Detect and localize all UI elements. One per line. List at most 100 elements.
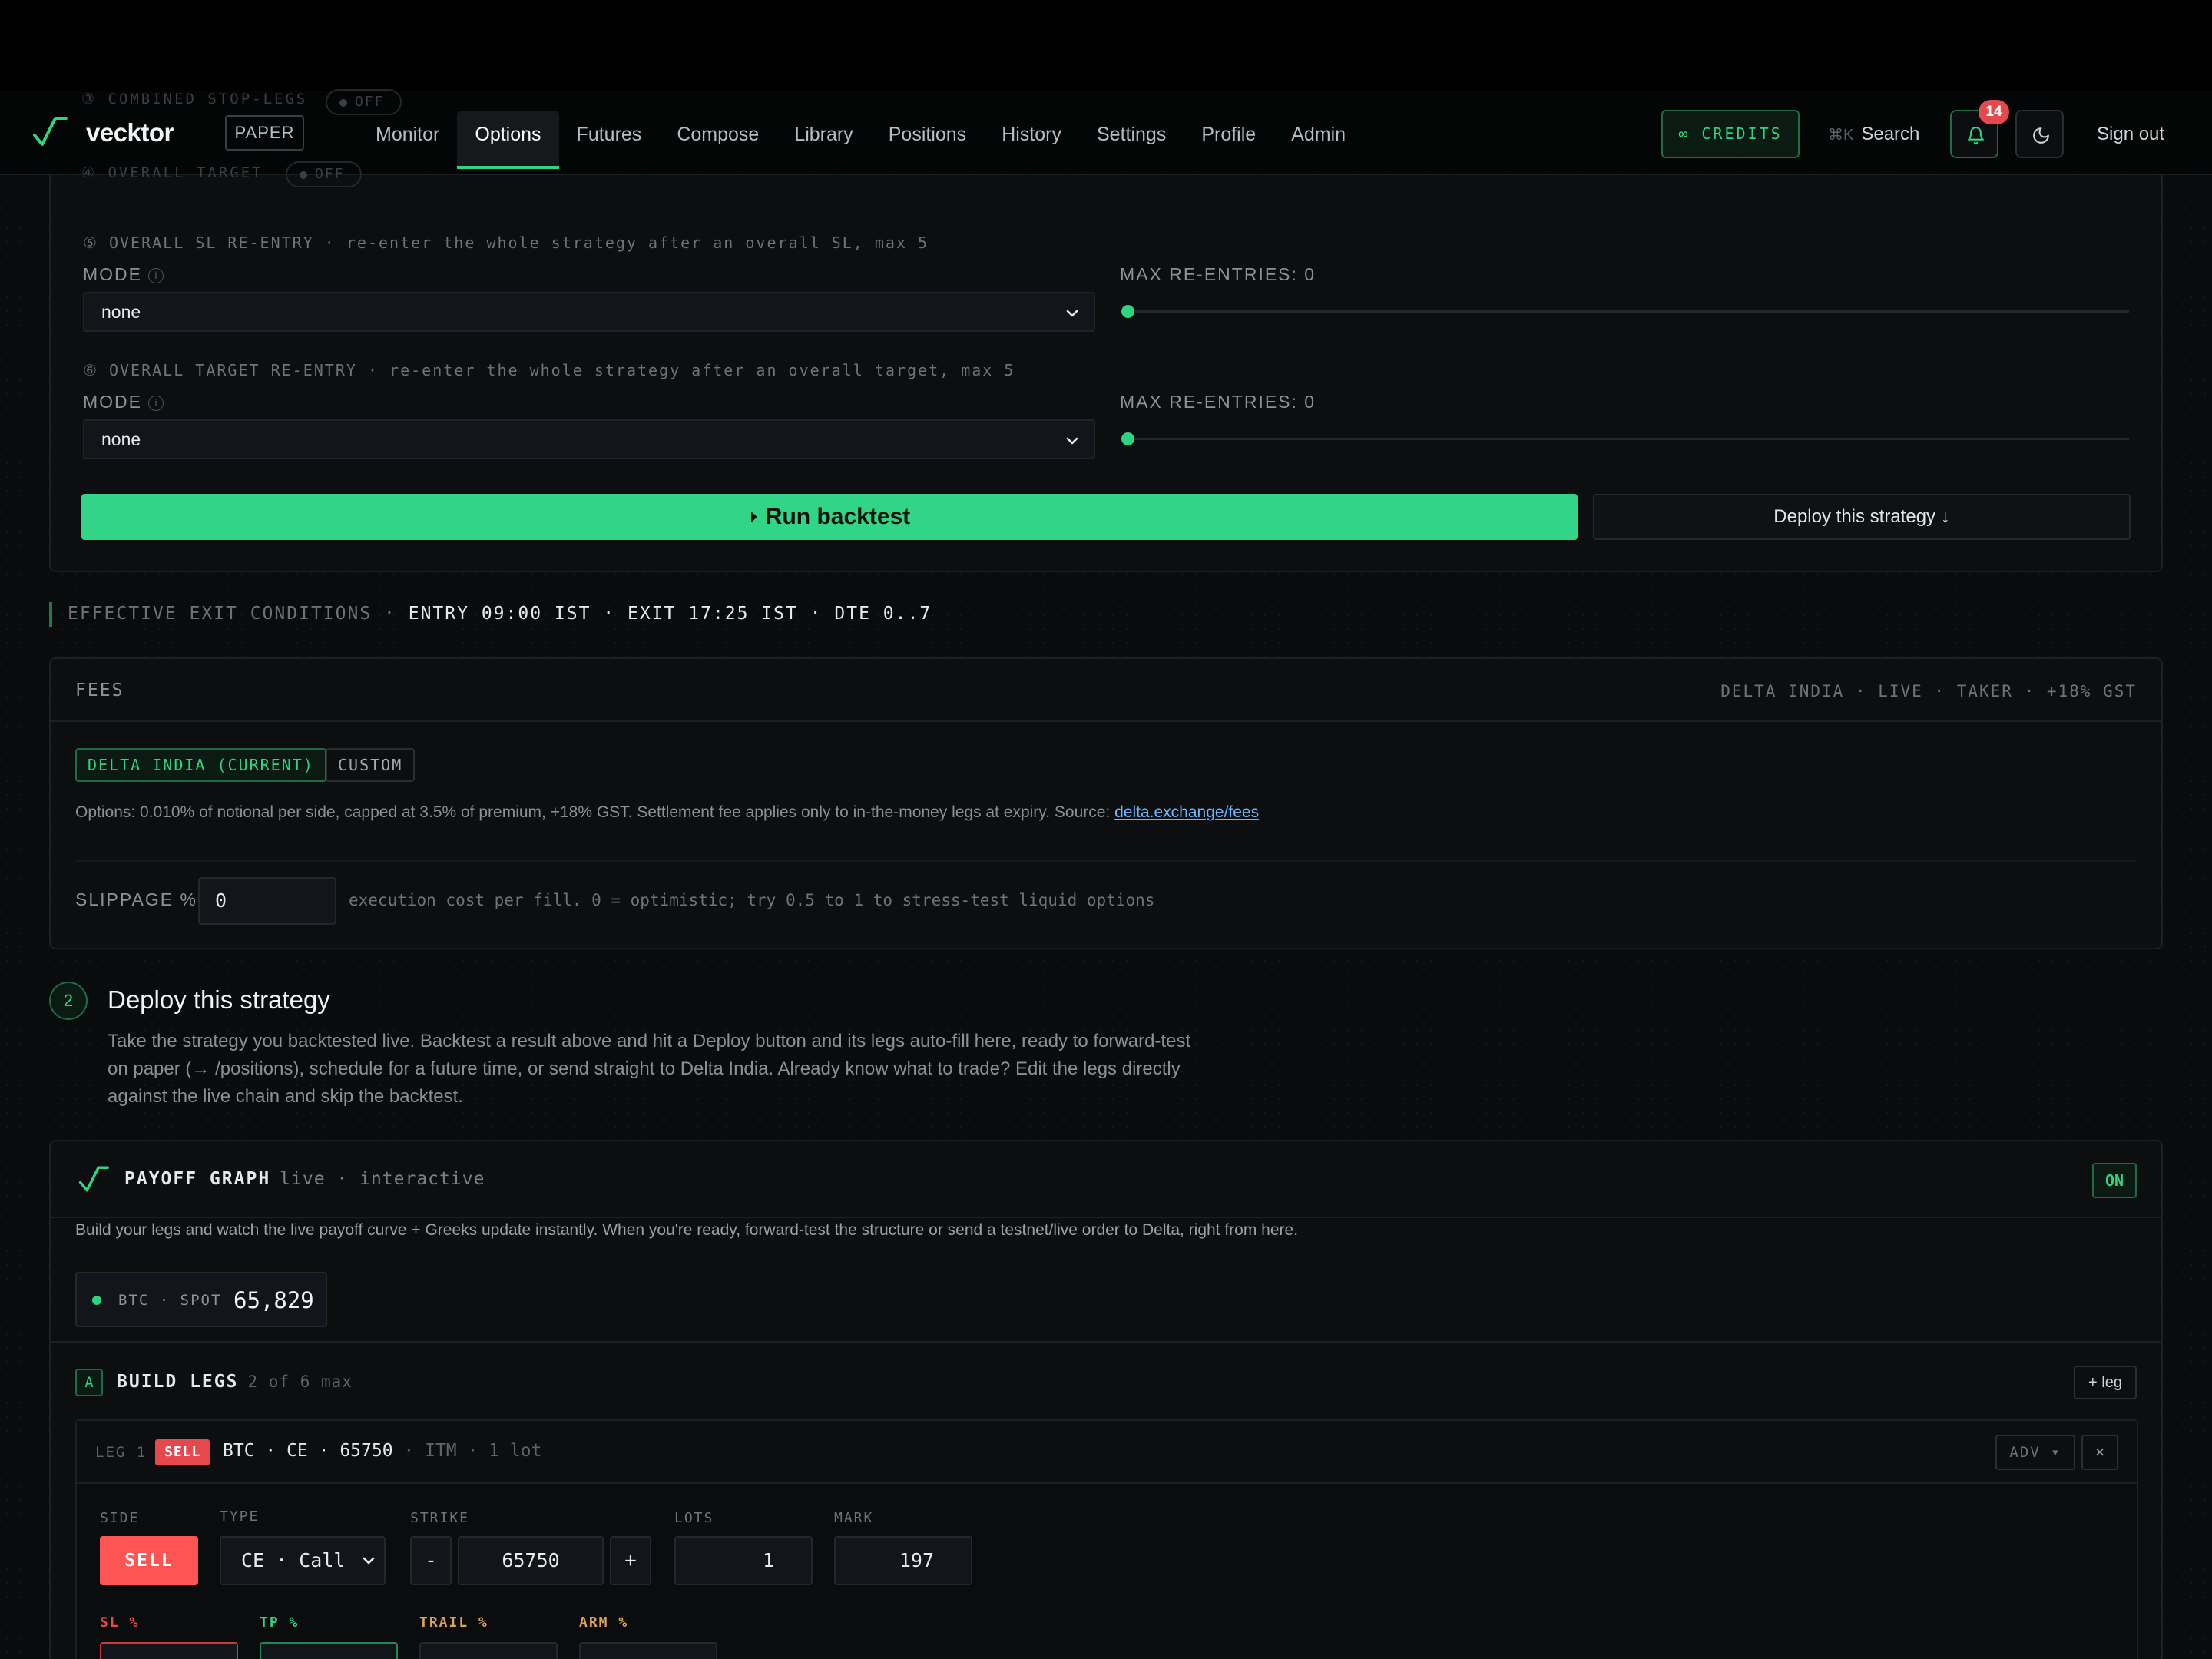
leg-card: LEG 1 SELL BTC · CE · 65750 · ITM · 1 lo… (75, 1419, 2138, 1659)
fee-preset-custom[interactable]: CUSTOM (326, 748, 416, 782)
payoff-header: PAYOFF GRAPH live · interactive ON (51, 1141, 2161, 1218)
deploy-strategy-button[interactable]: Deploy this strategy ↓ (1593, 494, 2131, 540)
type-label: TYPE (220, 1508, 260, 1525)
top-header: ③ COMBINED STOP-LEGS OFF ④ OVERALL TARGE… (0, 0, 2212, 187)
mark-input[interactable]: 197 (834, 1536, 972, 1585)
payoff-title: PAYOFF GRAPH live · interactive (124, 1169, 485, 1189)
fee-preset-delta-india[interactable]: DELTA INDIA (CURRENT) (75, 748, 326, 782)
fees-description-text: Options: 0.010% of notional per side, ca… (75, 803, 1111, 821)
build-legs-count: 2 of 6 max (247, 1373, 353, 1391)
slippage-label: SLIPPAGE % (75, 889, 197, 909)
brand-name[interactable]: vecktor (86, 118, 174, 147)
credits-button[interactable]: ∞ CREDITS (1661, 110, 1800, 158)
nav-settings[interactable]: Settings (1079, 111, 1184, 169)
fees-description: Options: 0.010% of notional per side, ca… (75, 803, 1259, 822)
lots-input[interactable]: 1 (674, 1536, 813, 1585)
arm-percent-label: ARM % (579, 1614, 629, 1631)
search-shortcut: ⌘K (1828, 127, 1854, 144)
option-type-value: CE · Call (241, 1549, 346, 1571)
strike-label: STRIKE (410, 1510, 470, 1526)
target-reentry-mode-value: none (101, 429, 141, 449)
sl-percent-input[interactable] (100, 1642, 238, 1659)
deploy-section-title: Deploy this strategy (108, 985, 330, 1014)
vecktor-logo-icon[interactable] (32, 115, 68, 147)
nav-library[interactable]: Library (777, 111, 870, 169)
vecktor-logo-icon (78, 1166, 109, 1192)
effective-exit-accent-bar (49, 602, 52, 627)
sl-reentry-mode-select[interactable]: none (83, 292, 1095, 332)
spot-label: BTC · SPOT (118, 1292, 222, 1309)
leg-advanced-button[interactable]: ADV ▾ (1995, 1435, 2075, 1470)
sign-out-link[interactable]: Sign out (2097, 110, 2164, 158)
fees-panel: FEES DELTA INDIA · LIVE · TAKER · +18% G… (49, 657, 2163, 949)
add-leg-button[interactable]: + leg (2074, 1366, 2137, 1399)
search-label: Search (1861, 124, 1920, 144)
nav-compose[interactable]: Compose (659, 111, 777, 169)
effective-exit-label: EFFECTIVE EXIT CONDITIONS · (68, 604, 396, 624)
nav-history[interactable]: History (984, 111, 1079, 169)
leg-number: LEG 1 (95, 1444, 147, 1461)
sl-max-reentries-label: MAX RE-ENTRIES: 0 (1120, 264, 1316, 284)
run-backtest-button[interactable]: Run backtest (81, 494, 1578, 540)
target-reentry-mode-select[interactable]: none (83, 419, 1095, 459)
payoff-graph-panel: PAYOFF GRAPH live · interactive ON Build … (49, 1140, 2163, 1659)
info-icon[interactable]: i (148, 396, 164, 411)
side-sell-button[interactable]: SELL (100, 1536, 198, 1585)
leg-summary-detail: · ITM · 1 lot (392, 1441, 542, 1461)
sl-reentry-mode-value: none (101, 302, 141, 322)
deploy-section-description: Take the strategy you backtested live. B… (108, 1031, 1191, 1107)
payoff-subtitle: live · interactive (280, 1169, 485, 1189)
payoff-description: Build your legs and watch the live payof… (75, 1221, 1299, 1239)
overall-target-toggle[interactable]: OFF (286, 161, 362, 187)
theme-toggle-button[interactable] (2015, 110, 2064, 158)
fees-header: FEES DELTA INDIA · LIVE · TAKER · +18% G… (51, 659, 2161, 722)
nav-options[interactable]: Options (457, 111, 559, 169)
build-legs-title-text: BUILD LEGS (117, 1372, 239, 1392)
target-max-reentries-slider[interactable] (1121, 438, 2129, 440)
fees-source-link[interactable]: delta.exchange/fees (1114, 803, 1259, 821)
nav-futures[interactable]: Futures (559, 111, 660, 169)
option-type-select[interactable]: CE · Call (220, 1536, 386, 1585)
arm-percent-input[interactable] (579, 1642, 717, 1659)
tp-percent-input[interactable] (260, 1642, 398, 1659)
chevron-down-icon (1066, 310, 1078, 317)
info-icon[interactable]: i (148, 268, 164, 283)
nav-admin[interactable]: Admin (1273, 111, 1363, 169)
nav-positions[interactable]: Positions (871, 111, 984, 169)
nav-profile[interactable]: Profile (1184, 111, 1273, 169)
nav-monitor[interactable]: Monitor (358, 111, 457, 169)
leg-summary-main: BTC · CE · 65750 (223, 1441, 393, 1461)
combined-stop-legs-title: ③ COMBINED STOP-LEGS (81, 91, 308, 108)
payoff-status-toggle[interactable]: ON (2092, 1163, 2137, 1198)
overall-sl-reentry-title: ⑤ OVERALL SL RE-ENTRY · re-enter the who… (83, 233, 929, 252)
play-icon (750, 512, 757, 522)
main-nav: Monitor Options Futures Compose Library … (358, 111, 1363, 169)
sl-max-reentries-slider-thumb[interactable] (1121, 305, 1134, 318)
target-max-reentries-slider-thumb[interactable] (1121, 432, 1134, 445)
leg-summary: BTC · CE · 65750 · ITM · 1 lot (223, 1441, 541, 1461)
strike-increment-button[interactable]: + (610, 1536, 651, 1585)
tp-percent-label: TP % (260, 1614, 300, 1631)
moon-icon (2033, 127, 2049, 144)
sl-max-reentries-slider[interactable] (1121, 310, 2129, 313)
slippage-input[interactable]: 0 (198, 877, 336, 925)
chevron-down-icon (1066, 437, 1078, 445)
remove-leg-button[interactable]: × (2081, 1435, 2118, 1470)
build-legs-title: BUILD LEGS 2 of 6 max (117, 1372, 353, 1392)
trail-percent-input[interactable] (419, 1642, 558, 1659)
effective-exit-conditions: EFFECTIVE EXIT CONDITIONS · ENTRY 09:00 … (68, 604, 932, 624)
deploy-step-number: 2 (49, 982, 88, 1020)
sl-percent-label: SL % (100, 1614, 140, 1631)
leg-header: LEG 1 SELL BTC · CE · 65750 · ITM · 1 lo… (77, 1421, 2137, 1484)
fees-divider (75, 860, 2137, 862)
chevron-down-icon (363, 1557, 375, 1565)
search-button[interactable]: ⌘K Search (1828, 110, 1919, 158)
leg-side-pill: SELL (155, 1439, 210, 1465)
notification-count-badge: 14 (1979, 100, 2009, 124)
live-status-dot (92, 1296, 101, 1305)
strike-decrement-button[interactable]: - (410, 1536, 452, 1585)
sl-reentry-mode-label: MODE i (83, 264, 164, 285)
run-backtest-label: Run backtest (765, 504, 911, 529)
strike-input[interactable]: 65750 (458, 1536, 604, 1585)
fees-title: FEES (75, 680, 124, 700)
